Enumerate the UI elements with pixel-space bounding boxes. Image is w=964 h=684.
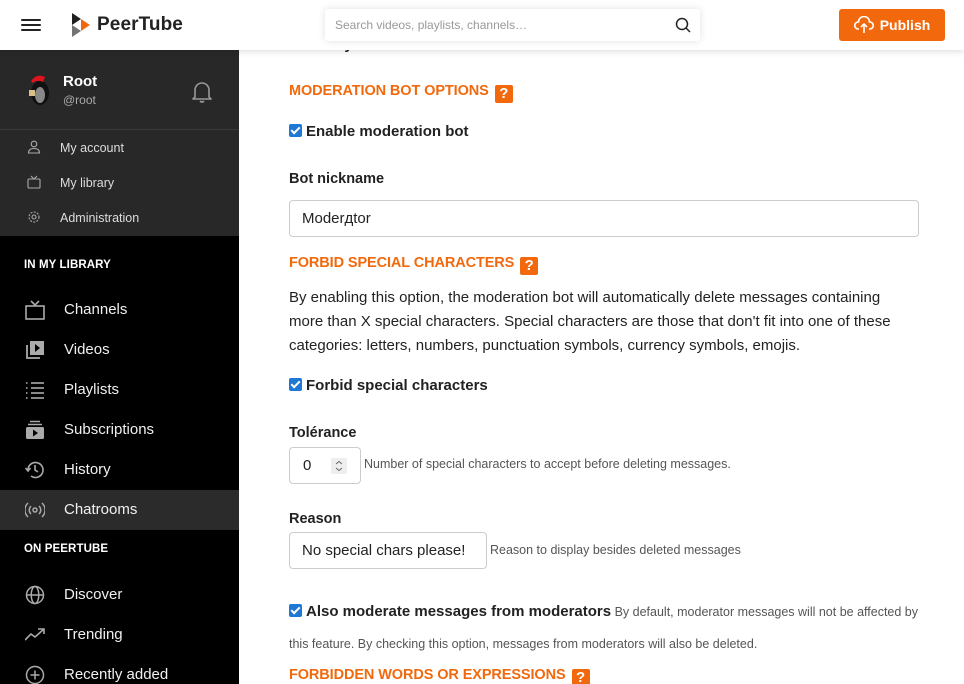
sidebar-item-trending[interactable]: Trending [0, 615, 239, 655]
user-handle: @root [63, 93, 96, 107]
avatar[interactable] [25, 73, 53, 107]
sidebar: Root @root My account My library Adminis… [0, 50, 239, 684]
main-content: Anonymize moderation actions MODERATION … [239, 0, 964, 684]
tv-icon [27, 175, 41, 189]
publish-button[interactable]: Publish [839, 9, 945, 41]
sidebar-item-label: Subscriptions [64, 421, 155, 438]
sidebar-item-label: Trending [64, 626, 123, 643]
menu-toggle-button[interactable] [21, 16, 41, 34]
plus-circle-icon [25, 665, 45, 684]
section-heading-text: MODERATION BOT OPTIONS [289, 83, 489, 99]
user-menu-administration[interactable]: Administration [0, 200, 239, 235]
forbid-special-characters-heading: FORBID SPECIAL CHARACTERS? [289, 255, 539, 275]
notifications-bell-icon[interactable] [190, 80, 214, 104]
reason-hint: Reason to display besides deleted messag… [490, 543, 741, 557]
reason-label: Reason [289, 511, 342, 527]
sidebar-item-label: Discover [64, 586, 123, 603]
sidebar-item-label: Playlists [64, 381, 120, 398]
top-header: PeerTube Publish [0, 0, 964, 50]
number-spinner-icon[interactable] [331, 458, 347, 474]
hamburger-line [21, 24, 41, 26]
search-icon[interactable] [675, 17, 691, 33]
cog-icon [28, 211, 40, 223]
moderate-moderators-label: Also moderate messages from moderators [306, 603, 612, 620]
user-name: Root [63, 73, 98, 90]
sidebar-item-label: Videos [64, 341, 110, 358]
enable-bot-option: Enable moderation bot [289, 123, 469, 140]
channels-icon [25, 300, 45, 320]
peertube-logo-icon[interactable] [70, 13, 90, 37]
sidebar-item-recently-added[interactable]: Recently added [0, 655, 239, 684]
sidebar-item-videos[interactable]: Videos [0, 330, 239, 370]
search-box [325, 9, 700, 41]
user-menu-my-library[interactable]: My library [0, 165, 239, 200]
user-menu-my-account[interactable]: My account [0, 130, 239, 165]
sidebar-item-history[interactable]: History [0, 450, 239, 490]
sidebar-item-label: Chatrooms [64, 501, 138, 518]
enable-bot-label: Enable moderation bot [306, 123, 469, 140]
tolerance-hint: Number of special characters to accept b… [364, 457, 731, 471]
forbid-special-label: Forbid special characters [306, 377, 488, 394]
chatrooms-icon [25, 502, 45, 518]
videos-icon [26, 341, 44, 359]
trending-icon [25, 628, 45, 641]
user-icon [27, 140, 41, 154]
special-characters-description: By enabling this option, the moderation … [289, 289, 891, 354]
forbidden-words-heading: FORBIDDEN WORDS OR EXPRESSIONS? [289, 667, 590, 684]
globe-icon [25, 585, 45, 605]
user-menu-label: Administration [60, 210, 140, 225]
history-icon [25, 461, 44, 479]
help-icon[interactable]: ? [494, 85, 513, 103]
tolerance-label: Tolérance [289, 425, 357, 441]
sidebar-item-channels[interactable]: Channels [0, 290, 239, 330]
user-menu-label: My library [60, 175, 115, 190]
search-input[interactable] [325, 9, 665, 41]
sidebar-item-label: Recently added [64, 666, 169, 683]
user-block: Root @root My account My library Adminis… [0, 50, 239, 236]
enable-bot-checkbox[interactable] [289, 124, 302, 137]
sidebar-item-label: Channels [64, 301, 128, 318]
forbid-special-checkbox[interactable] [289, 378, 302, 391]
section-heading-text: FORBIDDEN WORDS OR EXPRESSIONS [289, 667, 566, 683]
sidebar-item-discover[interactable]: Discover [0, 575, 239, 615]
section-title-on-peertube: ON PEERTUBE [24, 543, 109, 555]
sidebar-item-subscriptions[interactable]: Subscriptions [0, 410, 239, 450]
moderation-bot-options-heading: MODERATION BOT OPTIONS? [289, 83, 513, 103]
sidebar-item-playlists[interactable]: Playlists [0, 370, 239, 410]
section-title-in-my-library: IN MY LIBRARY [24, 259, 111, 271]
brand-name[interactable]: PeerTube [97, 14, 183, 36]
playlists-icon [26, 382, 44, 399]
sidebar-item-chatrooms[interactable]: Chatrooms [0, 490, 239, 530]
section-heading-text: FORBID SPECIAL CHARACTERS [289, 255, 515, 271]
tolerance-value: 0 [303, 457, 312, 474]
subscriptions-icon [26, 420, 44, 439]
user-summary[interactable]: Root @root [0, 50, 239, 130]
moderate-moderators-checkbox[interactable] [289, 604, 302, 617]
reason-input[interactable] [289, 532, 487, 569]
help-icon[interactable]: ? [520, 257, 539, 275]
upload-cloud-icon [853, 16, 874, 33]
user-menu-label: My account [60, 140, 124, 155]
moderate-moderators-option: Also moderate messages from moderators B… [289, 596, 919, 660]
hamburger-line [21, 29, 41, 31]
sidebar-item-label: History [64, 461, 111, 478]
bot-nickname-input[interactable] [289, 200, 919, 237]
help-icon[interactable]: ? [571, 669, 590, 684]
bot-nickname-label: Bot nickname [289, 171, 385, 187]
forbid-special-option: Forbid special characters [289, 377, 488, 394]
hamburger-icon [21, 19, 41, 21]
tolerance-number-input[interactable]: 0 [289, 447, 361, 484]
publish-label: Publish [879, 17, 931, 33]
